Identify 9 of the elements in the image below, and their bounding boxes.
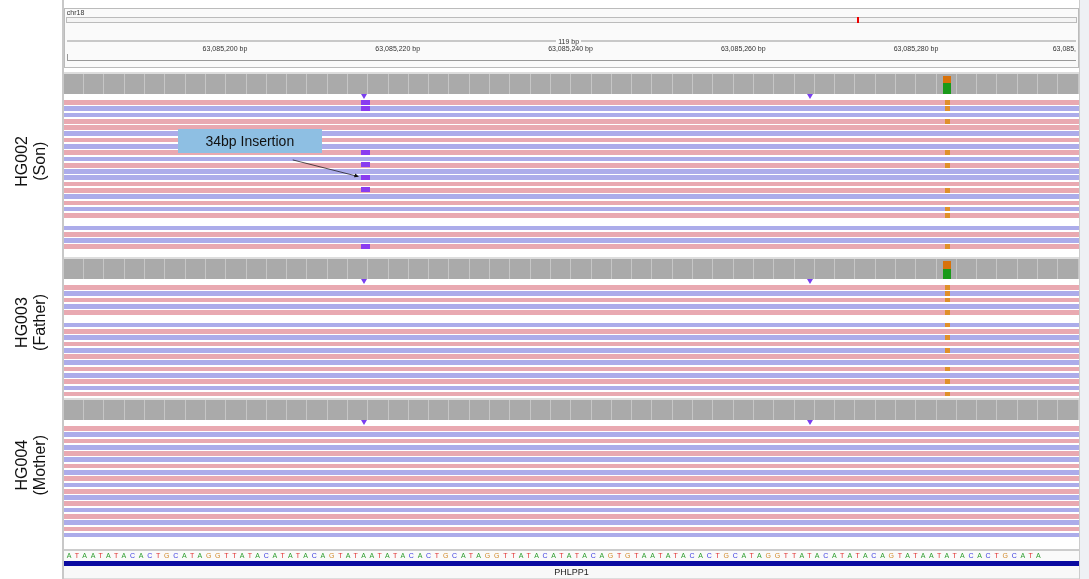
locus-marker-icon (857, 17, 860, 23)
scrollbar[interactable] (1079, 0, 1089, 579)
annotation-callout: 34bp Insertion (177, 129, 322, 153)
allele-bar (943, 261, 951, 279)
sample-label: HG002 (Son) (13, 136, 49, 187)
sample-label: HG003 (Father) (13, 294, 49, 351)
sample-label: HG004 (Mother) (13, 435, 49, 496)
allele-bar (943, 76, 951, 94)
gene-name: PHLPP1 (554, 566, 589, 578)
